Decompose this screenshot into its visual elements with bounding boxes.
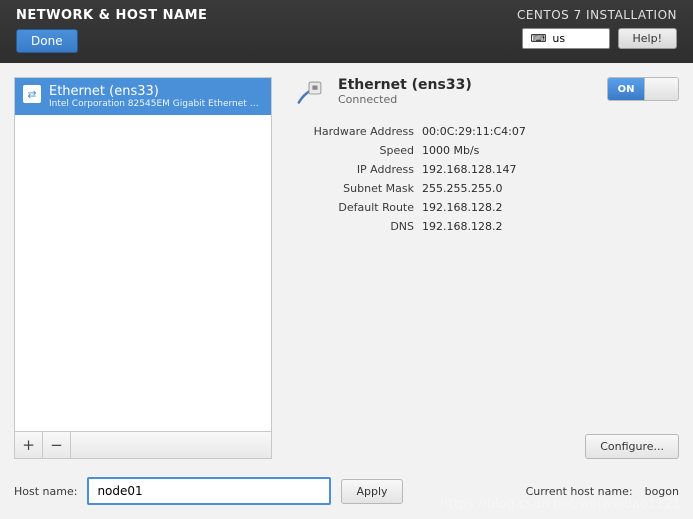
detail-row: IP Address 192.168.128.147 (292, 163, 679, 176)
apply-button[interactable]: Apply (341, 479, 402, 504)
interface-list-item[interactable]: ⇄ Ethernet (ens33) Intel Corporation 825… (15, 78, 271, 115)
interface-title: Ethernet (ens33) (338, 77, 595, 93)
interface-list[interactable]: ⇄ Ethernet (ens33) Intel Corporation 825… (14, 77, 272, 432)
detail-row: DNS 192.168.128.2 (292, 220, 679, 233)
configure-button[interactable]: Configure... (585, 434, 679, 459)
help-button[interactable]: Help! (618, 28, 678, 49)
interface-item-name: Ethernet (ens33) (49, 84, 263, 99)
hostname-input[interactable] (87, 477, 331, 505)
keyboard-layout-value: us (552, 32, 565, 45)
hostname-label: Host name: (14, 485, 77, 498)
interface-item-desc: Intel Corporation 82545EM Gigabit Ethern… (49, 99, 263, 109)
keyboard-layout-selector[interactable]: ⌨ us (522, 28, 610, 49)
interface-details: Hardware Address 00:0C:29:11:C4:07 Speed… (292, 125, 679, 239)
ethernet-icon: ⇄ (23, 85, 41, 103)
detail-row: Subnet Mask 255.255.255.0 (292, 182, 679, 195)
page-title: NETWORK & HOST NAME (16, 8, 207, 23)
detail-row: Hardware Address 00:0C:29:11:C4:07 (292, 125, 679, 138)
interface-toggle[interactable]: ON (607, 77, 679, 101)
current-hostname-label: Current host name: (526, 485, 633, 498)
toggle-handle (644, 78, 678, 100)
detail-row: Default Route 192.168.128.2 (292, 201, 679, 214)
add-interface-button[interactable]: + (15, 432, 43, 458)
installation-title: CENTOS 7 INSTALLATION (517, 8, 677, 22)
ethernet-plug-icon (292, 77, 326, 111)
done-button[interactable]: Done (16, 29, 78, 53)
toggle-on-label: ON (608, 78, 644, 100)
current-hostname-value: bogon (645, 485, 679, 498)
remove-interface-button[interactable]: − (43, 432, 71, 458)
keyboard-icon: ⌨ (531, 32, 547, 45)
interface-status: Connected (338, 93, 595, 106)
detail-row: Speed 1000 Mb/s (292, 144, 679, 157)
header-bar: NETWORK & HOST NAME Done CENTOS 7 INSTAL… (0, 0, 693, 63)
